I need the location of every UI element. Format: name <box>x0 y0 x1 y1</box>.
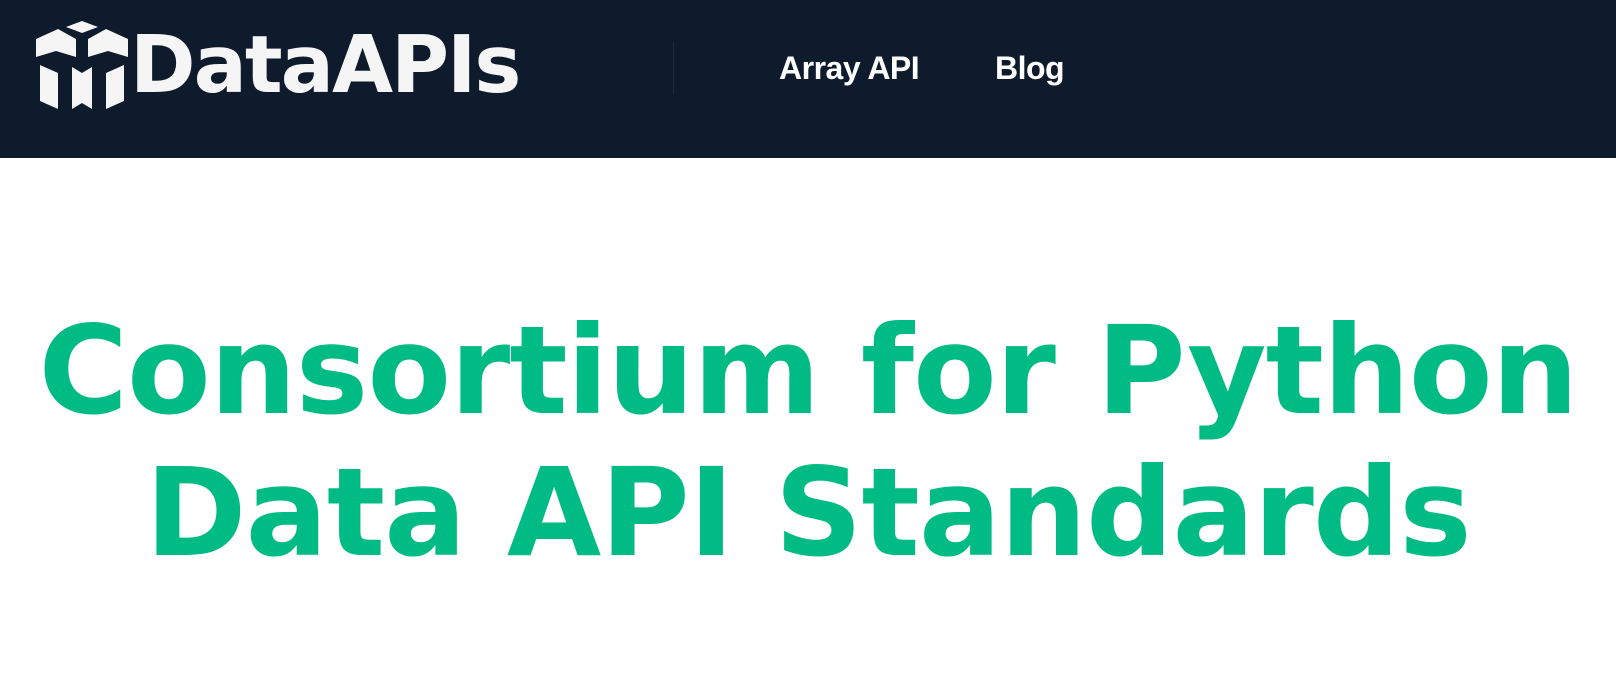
hero-title-line-1: Consortium for Python <box>38 300 1579 442</box>
top-navbar: DataAPIs Array API Blog <box>0 0 1616 158</box>
logo-text: DataAPIs <box>130 19 521 111</box>
hero-title-line-2: Data API Standards <box>145 442 1472 584</box>
site-logo-link[interactable]: DataAPIs <box>36 19 521 111</box>
hero-title: Consortium for Python Data API Standards <box>0 300 1616 584</box>
nav-link-array-api[interactable]: Array API <box>779 48 920 88</box>
data-apis-logo-icon <box>36 21 128 109</box>
nav-divider <box>673 42 674 94</box>
nav-link-blog[interactable]: Blog <box>995 48 1065 88</box>
